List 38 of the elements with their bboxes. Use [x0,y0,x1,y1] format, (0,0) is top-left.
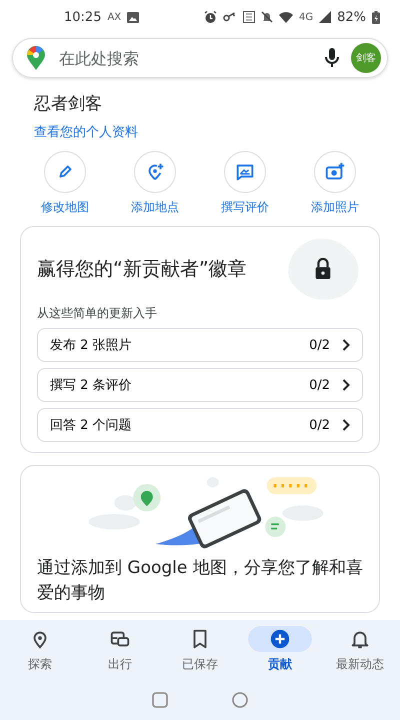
nav-tab[interactable]: 贡献 [240,626,320,680]
avatar[interactable]: 剑客 [351,43,381,73]
task-row[interactable]: 回答 2 个问题 0/2 [37,408,363,442]
carrier-label: AX [107,12,122,22]
battery-icon [372,10,380,24]
chevron-icon [342,339,350,351]
action-button[interactable]: 添加照片 [290,151,380,216]
card-subtitle: 从这些简单的更新入手 [37,305,158,322]
home-icon[interactable] [232,692,248,708]
chevron-icon [342,379,350,391]
action-button[interactable]: 修改地图 [20,151,110,216]
nav-tab[interactable]: 已保存 [160,626,240,680]
map-pin-logo-icon [27,46,45,70]
plus-circle-icon [269,628,291,650]
action-button[interactable]: 撰写评价 [200,151,290,216]
nav-tab[interactable]: 出行 [80,626,160,680]
wifi-icon [278,12,293,22]
search-bar[interactable]: 在此处搜索 剑客 [12,38,388,78]
microphone-icon[interactable] [325,48,339,68]
alarm-icon [204,10,217,24]
promo-text: 通过添加到 Google 地图，分享您了解和喜爱的事物 [37,557,363,605]
network-label: 4G [298,12,314,22]
task-row[interactable]: 发布 2 张照片 0/2 [37,328,363,362]
status-time: 10:25 [64,10,102,24]
card-title: 赢得您的“新贡献者”徽章 [37,256,248,282]
nav-tab[interactable]: 最新动态 [320,626,400,680]
chevron-icon [342,419,350,431]
key-icon [222,12,237,22]
battery-percent: 82% [337,10,366,24]
profile-link[interactable]: 查看您的个人资料 [34,123,138,141]
image-icon [127,12,140,22]
nav-tab[interactable]: 探索 [0,626,80,680]
profile-name: 忍者剑客 [34,93,103,115]
task-row[interactable]: 撰写 2 条评价 0/2 [37,368,363,402]
bell-off-icon [260,11,273,23]
recents-icon[interactable] [152,692,168,708]
action-button[interactable]: 添加地点 [110,151,200,216]
signal-icon [319,11,332,23]
